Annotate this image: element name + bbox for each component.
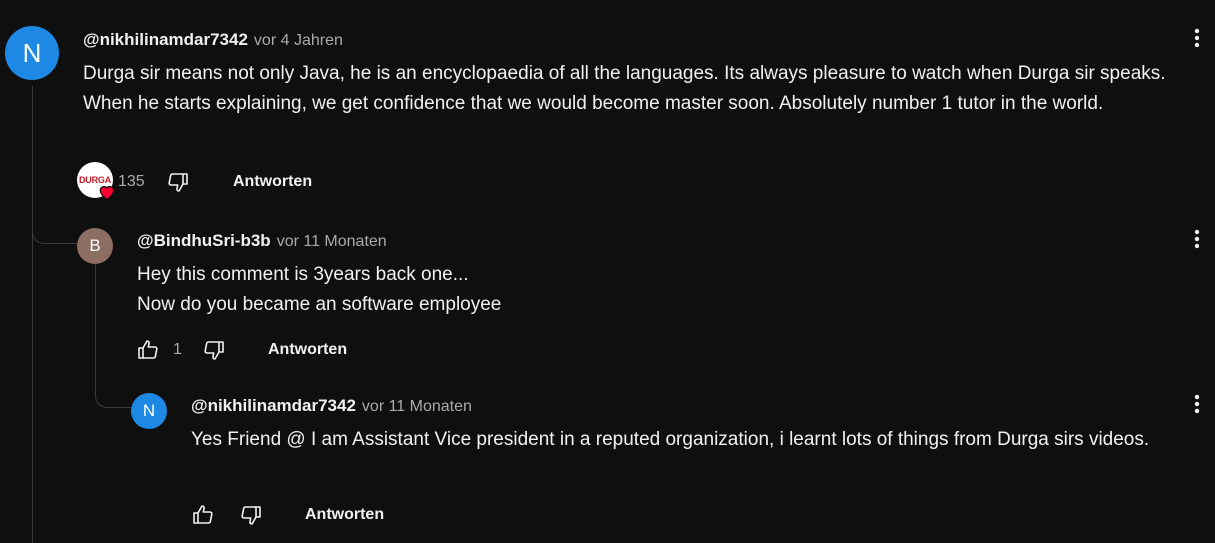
creator-heart: DURGA [77,162,117,202]
avatar[interactable]: N [5,26,59,80]
more-vert-icon [1194,28,1200,48]
author-name[interactable]: @nikhilinamdar7342 [191,396,356,416]
comment-header: @BindhuSri-b3b vor 11 Monaten [137,231,387,251]
comment-text: Hey this comment is 3years back one... N… [137,260,1177,320]
timestamp[interactable]: vor 4 Jahren [254,32,343,50]
thumbs-up-icon [193,505,213,524]
thumbs-up-icon [138,340,158,359]
heart-icon [99,185,115,201]
avatar-letter: B [89,236,101,255]
comment-line: Hey this comment is 3years back one... [137,264,469,285]
comment-actions: 1 Antworten [128,330,347,370]
thumbs-down-icon [241,506,261,525]
thread-connector-reply-1 [32,220,78,244]
thumbs-down-icon [168,173,188,192]
comment-line: Now do you became an software employee [137,294,502,315]
more-vert-icon [1194,229,1200,249]
timestamp[interactable]: vor 11 Monaten [362,398,472,416]
avatar[interactable]: B [77,228,113,264]
thread-line-nested [95,264,96,384]
comment-actions: 135 DURGA Antworten [74,162,312,202]
thumbs-down-icon [204,341,224,360]
avatar[interactable]: N [131,393,167,429]
reply-button[interactable]: Antworten [268,341,347,359]
dislike-button[interactable] [158,162,198,202]
timestamp[interactable]: vor 11 Monaten [277,233,387,251]
avatar-letter: N [142,401,156,420]
thread-connector-reply-2 [95,380,131,408]
comment-actions: Antworten [183,495,384,535]
author-name[interactable]: @nikhilinamdar7342 [83,30,248,50]
reply-button[interactable]: Antworten [305,506,384,524]
reply-button[interactable]: Antworten [233,173,312,191]
comment-header: @nikhilinamdar7342 vor 4 Jahren [83,30,343,50]
thread-line-main [32,86,33,543]
dislike-button[interactable] [194,330,234,370]
dislike-button[interactable] [231,495,271,535]
like-button[interactable] [128,330,168,370]
comment-text: Durga sir means not only Java, he is an … [83,63,1166,114]
author-name[interactable]: @BindhuSri-b3b [137,231,271,251]
avatar-letter: N [22,37,42,68]
more-actions-button[interactable] [1177,219,1215,259]
more-actions-button[interactable] [1177,384,1215,424]
like-button[interactable] [183,495,223,535]
more-vert-icon [1194,394,1200,414]
comment-header: @nikhilinamdar7342 vor 11 Monaten [191,396,472,416]
more-actions-button[interactable] [1177,18,1215,58]
comment-text: Yes Friend @ I am Assistant Vice preside… [191,429,1150,450]
